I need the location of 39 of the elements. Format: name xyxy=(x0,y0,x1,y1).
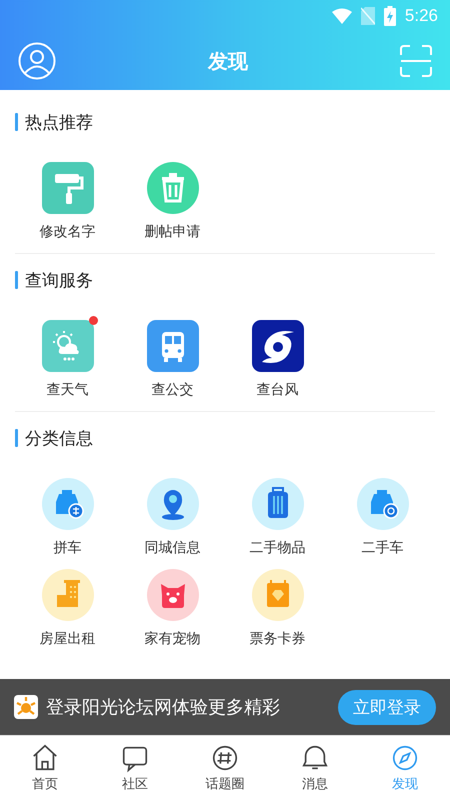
wifi-icon xyxy=(332,8,352,24)
building-icon[interactable] xyxy=(42,569,94,621)
no-sim-icon xyxy=(360,7,375,25)
ticket-icon[interactable] xyxy=(252,569,304,621)
section-title: 分类信息 xyxy=(25,428,93,450)
service-label[interactable]: 删帖申请 xyxy=(144,223,200,241)
service-label[interactable]: 同城信息 xyxy=(144,539,200,557)
section-title: 热点推荐 xyxy=(25,112,93,134)
compass-icon xyxy=(390,743,420,773)
tab[interactable]: 首页 xyxy=(0,736,90,800)
tab[interactable]: 消息 xyxy=(270,736,360,800)
service-label[interactable]: 房屋出租 xyxy=(40,630,96,648)
tab[interactable]: 话题圈 xyxy=(180,736,270,800)
service-label[interactable]: 家有宠物 xyxy=(144,630,200,648)
topic-icon xyxy=(210,743,240,773)
service-label[interactable]: 查公交 xyxy=(152,381,194,399)
service-label[interactable]: 票务卡券 xyxy=(250,630,306,648)
section-title: 查询服务 xyxy=(25,270,93,292)
service-label[interactable]: 修改名字 xyxy=(40,223,96,241)
user-icon[interactable] xyxy=(18,42,56,80)
typhoon-icon[interactable] xyxy=(252,320,304,372)
battery-icon xyxy=(384,6,396,26)
service-label[interactable]: 二手车 xyxy=(362,539,404,557)
service-label[interactable]: 拼车 xyxy=(54,539,82,557)
suitcase-icon[interactable] xyxy=(252,478,304,530)
service-label[interactable]: 二手物品 xyxy=(250,539,306,557)
service-label[interactable]: 查台风 xyxy=(256,381,298,399)
login-prompt: 登录阳光论坛网体验更多精彩 xyxy=(46,696,281,719)
bus-icon[interactable] xyxy=(146,320,198,372)
trash-icon[interactable] xyxy=(146,162,198,214)
service-label[interactable]: 查天气 xyxy=(46,381,88,399)
location-pin-icon[interactable] xyxy=(146,478,198,530)
status-time: 5:26 xyxy=(404,6,438,26)
pig-icon[interactable] xyxy=(146,569,198,621)
page-title: 发现 xyxy=(208,48,248,74)
scan-icon[interactable] xyxy=(400,45,432,77)
tab[interactable]: 社区 xyxy=(90,736,180,800)
paint-roller-icon[interactable] xyxy=(42,162,94,214)
sun-logo-icon xyxy=(14,695,38,719)
